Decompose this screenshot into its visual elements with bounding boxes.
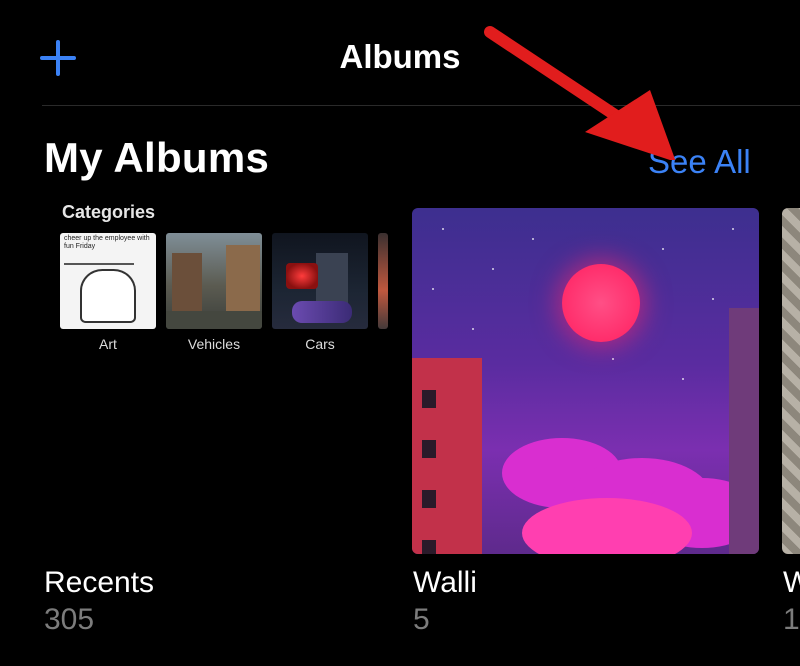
album-count-walli: 5 [413,603,430,636]
art-caption: cheer up the employee with fun Friday [64,235,150,250]
annotation-arrow [484,26,676,160]
album-count-recents: 305 [44,603,95,636]
more-thumbnail[interactable] [378,233,388,329]
thumb-label-cars: Cars [305,336,335,352]
third-album-cover[interactable] [782,208,800,554]
cars-thumbnail[interactable] [272,233,368,329]
moon [562,264,640,342]
categories-title: Categories [62,202,156,222]
album-count-third: 1 [783,603,800,636]
vehicles-thumbnail[interactable] [166,233,262,329]
album-name-third: W [783,566,800,599]
album-name-recents: Recents [44,566,155,599]
art-thumbnail[interactable]: cheer up the employee with fun Friday [60,233,156,329]
thumb-label-vehicles: Vehicles [187,336,241,352]
recents-album-cover[interactable]: Categories cheer up the employee with fu… [44,200,389,550]
walli-album-cover[interactable] [412,208,759,554]
section-title: My Albums [44,134,270,181]
thumb-label-art: Art [99,336,117,352]
album-name-walli: Walli [413,566,477,599]
